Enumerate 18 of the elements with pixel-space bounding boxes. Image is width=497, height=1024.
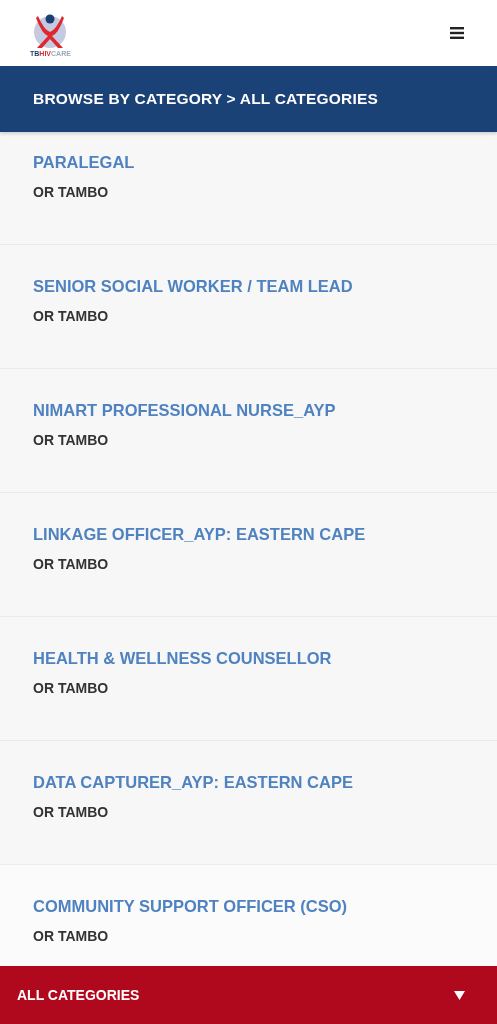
menu-icon[interactable] xyxy=(450,27,464,39)
job-location: OR TAMBO xyxy=(33,184,109,200)
job-title-link[interactable]: HEALTH & WELLNESS COUNSELLOR xyxy=(33,649,332,668)
job-title-link[interactable]: PARALEGAL xyxy=(33,153,135,172)
breadcrumb-text: BROWSE BY CATEGORY > ALL CATEGORIES xyxy=(33,90,379,108)
job-title-link[interactable]: LINKAGE OFFICER_AYP: EASTERN CAPE xyxy=(33,525,366,544)
job-title-link[interactable]: DATA CAPTURER_AYP: EASTERN CAPE xyxy=(33,773,353,792)
job-location: OR TAMBO xyxy=(33,804,109,820)
job-location: OR TAMBO xyxy=(33,556,109,572)
job-location: OR TAMBO xyxy=(33,308,109,324)
caret-down-icon xyxy=(454,990,465,1000)
job-location: OR TAMBO xyxy=(33,432,109,448)
job-location: OR TAMBO xyxy=(33,680,109,696)
job-title-link[interactable]: NIMART PROFESSIONAL NURSE_AYP xyxy=(33,401,336,420)
job-title-link[interactable]: SENIOR SOCIAL WORKER / TEAM LEAD xyxy=(33,277,353,296)
job-location: OR TAMBO xyxy=(33,928,109,944)
job-title-link[interactable]: COMMUNITY SUPPORT OFFICER (CSO) xyxy=(33,897,348,916)
category-dropdown[interactable]: ALL CATEGORIES xyxy=(0,966,497,1024)
